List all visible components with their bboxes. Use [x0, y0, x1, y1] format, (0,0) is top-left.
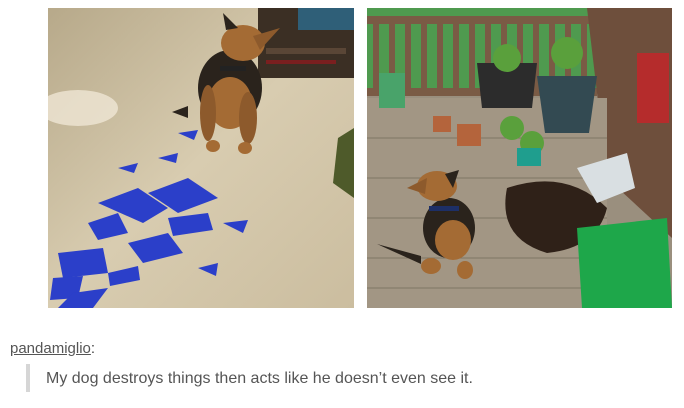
reply-text: My dog destroys things then acts like he… — [46, 370, 473, 387]
reply-quote: My dog destroys things then acts like he… — [26, 364, 473, 392]
dog-deck-image — [367, 8, 672, 308]
reply-author-line: pandamiglio: — [10, 340, 95, 357]
dog-carpet-image — [48, 8, 354, 308]
photo-dog-carpet[interactable] — [48, 8, 354, 308]
author-separator: : — [90, 340, 96, 357]
photo-dog-deck[interactable] — [367, 8, 672, 308]
author-link[interactable]: pandamiglio — [10, 340, 91, 357]
